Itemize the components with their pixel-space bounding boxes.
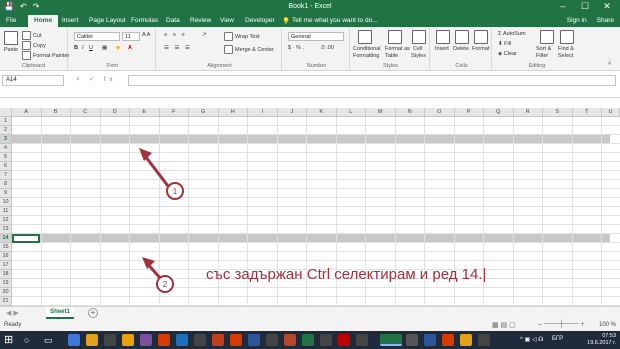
clock-time: 07:53: [602, 333, 616, 339]
app-icon-13[interactable]: [460, 334, 472, 346]
clock[interactable]: 07:53 19.6.2017 г.: [587, 333, 616, 347]
arrow-2-head: [142, 257, 155, 269]
status-ready: Ready: [4, 322, 22, 328]
search-icon[interactable]: ○: [24, 334, 36, 346]
task-view-icon[interactable]: ▭: [44, 334, 56, 346]
app-icon-8[interactable]: [338, 334, 350, 346]
clock-date: 19.6.2017 г.: [587, 340, 616, 346]
windows-taskbar: ⊞ ○ ▭ ^ ▣ ◁ ☊ БГР 07:53 19.6.2017 г.: [0, 331, 620, 349]
app-icon-7[interactable]: [320, 334, 332, 346]
zoom-slider[interactable]: – ───┼─── +: [538, 321, 585, 328]
app-icon-3[interactable]: [194, 334, 206, 346]
excel-icon[interactable]: [302, 334, 314, 346]
app-icon-10[interactable]: [406, 334, 418, 346]
marker-1-label: 1: [173, 187, 178, 196]
app-icon-1[interactable]: [158, 334, 170, 346]
tray-icons[interactable]: ^ ▣ ◁ ☊: [520, 336, 543, 343]
word-icon[interactable]: [248, 334, 260, 346]
app-icon-11[interactable]: [424, 334, 436, 346]
excel-active-task[interactable]: [380, 334, 402, 346]
sheet-tab-bar: ◀ ▶ Sheet1 +: [0, 306, 620, 319]
app-icon-2[interactable]: [176, 334, 188, 346]
app-icon-4[interactable]: [212, 334, 224, 346]
zoom-level[interactable]: 100 %: [599, 322, 616, 328]
app-icon-5[interactable]: [266, 334, 278, 346]
status-bar: Ready ▦ ▤ ▢ – ───┼─── + 100 %: [0, 319, 620, 331]
sheet-tab-sheet1[interactable]: Sheet1: [46, 307, 74, 319]
powerpoint-icon[interactable]: [230, 334, 242, 346]
arrow-1-head: [139, 148, 152, 161]
annotation-text: със задържан Ctrl селектирам и ред 14.|: [206, 266, 487, 283]
annotation-overlay: 1 2: [139, 148, 184, 293]
sheet-nav-icons[interactable]: ◀ ▶: [6, 309, 19, 317]
app-icon-14[interactable]: [478, 334, 490, 346]
language-indicator[interactable]: БГР: [552, 336, 563, 342]
viber-icon[interactable]: [140, 334, 152, 346]
app-icon-12[interactable]: [442, 334, 454, 346]
add-sheet-icon[interactable]: +: [88, 308, 98, 318]
chrome-icon[interactable]: [122, 334, 134, 346]
app-icon-9[interactable]: [356, 334, 368, 346]
marker-2-label: 2: [163, 280, 168, 289]
windows-start-icon[interactable]: ⊞: [4, 334, 16, 346]
view-mode-icons[interactable]: ▦ ▤ ▢: [492, 321, 516, 329]
folder-icon[interactable]: [86, 334, 98, 346]
store-icon[interactable]: [104, 334, 116, 346]
edge-icon[interactable]: [68, 334, 80, 346]
app-icon-6[interactable]: [284, 334, 296, 346]
